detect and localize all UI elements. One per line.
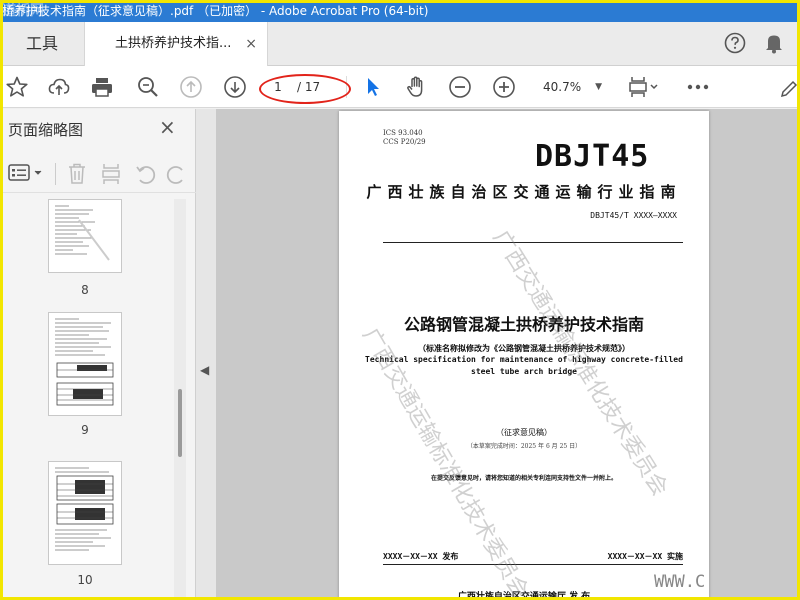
standard-logo: DBJT45: [535, 139, 650, 174]
pdf-page: ICS 93.040 CCS P20/29 DBJT45 广西壮族自治区交通运输…: [339, 111, 709, 600]
page-down-icon[interactable]: [222, 74, 248, 100]
thumbnail-preview: [55, 467, 114, 551]
tab-right-icons: [724, 32, 784, 54]
site-watermark: 道桥网: [2, 3, 44, 19]
implement-date: XXXX－XX－XX 实施: [607, 552, 683, 561]
standard-code: DBJT45/T XXXX—XXXX: [590, 211, 677, 220]
thumbnail-list: 8 9 10: [0, 199, 196, 600]
zoom-select[interactable]: 40.7% ▼: [534, 76, 606, 98]
tab-tools[interactable]: 工具: [0, 22, 84, 66]
ics-code: ICS 93.040: [383, 129, 423, 137]
tab-document-label: 土拱桥养护技术指...: [115, 36, 232, 51]
hand-icon[interactable]: [403, 74, 429, 100]
chevron-down-icon: ▼: [595, 82, 602, 92]
document-viewer[interactable]: ICS 93.040 CCS P20/29 DBJT45 广西壮族自治区交通运输…: [216, 109, 800, 600]
thumbnail-page-10[interactable]: [48, 461, 122, 565]
rotate-left-icon[interactable]: [134, 162, 156, 186]
panel-toolbar: [0, 153, 196, 193]
more-icon[interactable]: [684, 74, 712, 100]
annotation-circle: [259, 74, 351, 104]
scrollbar-thumb[interactable]: [178, 389, 182, 457]
panel-close-icon[interactable]: ×: [159, 117, 176, 137]
zoom-in-icon[interactable]: [491, 74, 517, 100]
thumbnail-preview: [55, 205, 110, 261]
help-icon[interactable]: [724, 32, 746, 54]
collapse-arrow-icon[interactable]: ◀: [200, 363, 209, 377]
select-arrow-icon[interactable]: [360, 74, 386, 100]
thumbnail-scrollbar[interactable]: [174, 199, 186, 600]
thumbnail-label: 8: [81, 283, 89, 297]
zoom-out-icon[interactable]: [447, 74, 473, 100]
thumbnail-page-8[interactable]: [48, 199, 122, 273]
zoom-search-icon[interactable]: [135, 74, 161, 100]
extract-page-icon[interactable]: [100, 162, 122, 186]
window-title-bar: 桥养护技术指南（征求意见稿）.pdf （已加密） - Adobe Acrobat…: [0, 0, 800, 22]
document-title: 公路钢管混凝土拱桥养护技术指南: [403, 315, 644, 334]
thumbnail-label: 10: [77, 573, 93, 587]
panel-divider: [55, 163, 56, 185]
tab-document[interactable]: 土拱桥养护技术指... ×: [84, 22, 268, 67]
page-up-icon[interactable]: [178, 74, 204, 100]
rotate-right-icon[interactable]: [166, 162, 188, 186]
header-rule: [383, 242, 683, 243]
page-fit-icon[interactable]: [627, 74, 661, 100]
print-icon[interactable]: [89, 74, 115, 100]
ccs-code: CCS P20/29: [383, 138, 426, 146]
delete-icon[interactable]: [66, 162, 88, 186]
thumbnail-page-9[interactable]: [48, 312, 122, 416]
panel-title: 页面缩略图: [8, 121, 84, 139]
thumbnail-preview: [55, 318, 114, 406]
issue-date: XXXX－XX－XX 发布: [383, 552, 459, 561]
footer-rule: [383, 564, 683, 565]
toolbar: 1 / 17 40.7% ▼: [0, 66, 800, 108]
thumbnail-options-icon[interactable]: [8, 163, 44, 183]
sign-icon[interactable]: [780, 74, 798, 100]
bell-icon[interactable]: [764, 32, 784, 54]
thumbnail-panel: 页面缩略图 × 8 9 10: [0, 109, 196, 600]
tab-bar: 工具 土拱桥养护技术指... ×: [0, 22, 800, 67]
panel-collapse-strip[interactable]: ◀: [196, 109, 216, 600]
upload-icon[interactable]: [46, 74, 72, 100]
standard-org: 广西壮族自治区交通运输行业指南: [366, 183, 682, 201]
zoom-value: 40.7%: [543, 80, 582, 94]
window-title: 桥养护技术指南（征求意见稿）.pdf （已加密） - Adobe Acrobat…: [2, 4, 429, 18]
tab-close-icon[interactable]: ×: [245, 22, 257, 66]
thumbnail-label: 9: [81, 423, 89, 437]
star-icon[interactable]: [4, 74, 30, 100]
corner-site-watermark: WWW.C: [654, 572, 706, 592]
draft-label: （征求意见稿）: [496, 428, 552, 437]
